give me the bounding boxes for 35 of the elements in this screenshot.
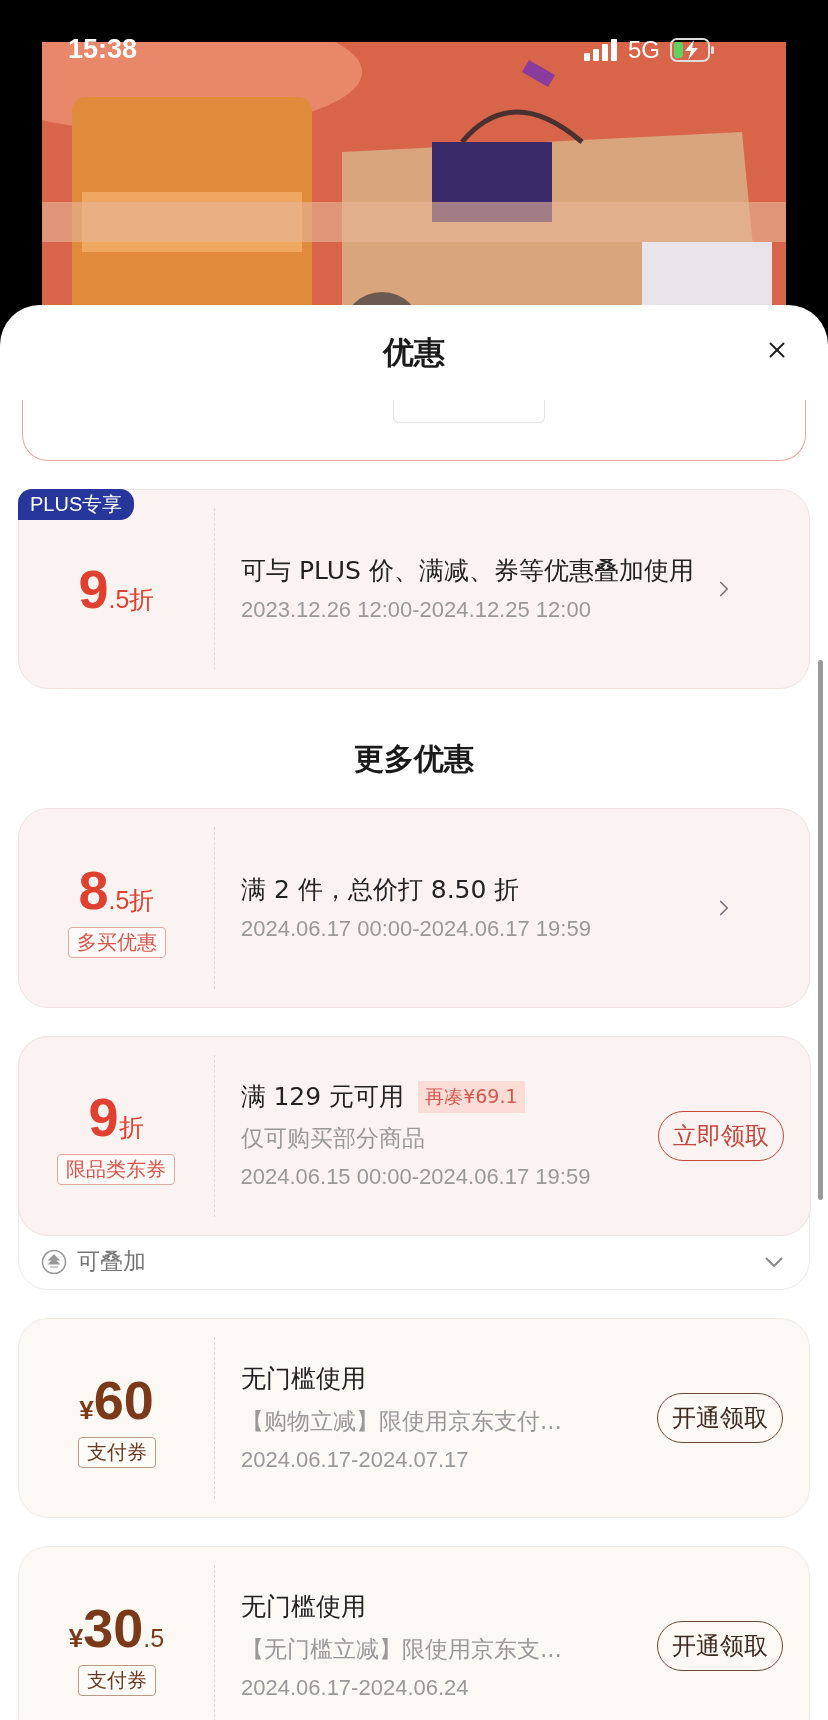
coupon-title: 无门槛使用 (241, 1363, 366, 1396)
validity-date: 2023.12.26 12:00-2024.12.25 12:00 (241, 597, 592, 624)
claim-button[interactable]: 开通领取 (657, 1621, 783, 1671)
coupon-title: 可与 PLUS 价、满减、券等优惠叠加使用 (241, 554, 694, 587)
network-label: 5G (628, 35, 660, 64)
plus-badge: PLUS专享 (18, 489, 135, 520)
coupon-subtitle: 【购物立减】限使用京东支付... (241, 1406, 563, 1436)
stackable-toggle[interactable]: 可叠加 (19, 1234, 809, 1289)
coupon-title: 满 129 元可用 (240, 1080, 405, 1113)
coupon-tag: 支付券 (77, 1664, 156, 1696)
coupon-tag: 多买优惠 (67, 926, 166, 958)
status-time: 15:38 (68, 34, 138, 65)
discount-value: 9.5折 (78, 558, 155, 620)
discount-value: ¥30.5 (68, 1596, 165, 1659)
validity-date: 2024.06.17-2024.07.17 (241, 1446, 470, 1473)
validity-date: 2024.06.15 00:00-2024.06.17 19:59 (240, 1164, 592, 1191)
discount-value: 8.5折 (78, 858, 155, 921)
coupon-tag: 限品类东券 (57, 1154, 175, 1185)
signal-icon (584, 38, 618, 61)
coupon-subtitle: 【无门槛立减】限使用京东支... (241, 1634, 563, 1664)
validity-date: 2024.06.17 00:00-2024.06.17 19:59 (241, 916, 592, 943)
validity-date: 2024.06.17-2024.06.24 (241, 1674, 470, 1701)
shortfall-tag: 再凑¥69.1 (418, 1081, 525, 1113)
stack-icon (41, 1248, 67, 1275)
discount-value: 9折 (88, 1086, 144, 1148)
coupon-title: 无门槛使用 (241, 1591, 366, 1624)
chevron-down-icon (765, 1256, 783, 1267)
claim-button[interactable]: 开通领取 (657, 1393, 783, 1443)
coupon-tag: 支付券 (77, 1436, 156, 1468)
coupon-subtitle: 仅可购买部分商品 (240, 1124, 426, 1154)
sheet-title: 优惠 (383, 332, 445, 372)
coupon-title: 满 2 件，总价打 8.50 折 (241, 873, 520, 906)
discount-value: ¥60 (79, 1368, 154, 1431)
battery-charging-icon (670, 37, 716, 62)
section-title: 更多优惠 (353, 740, 475, 778)
